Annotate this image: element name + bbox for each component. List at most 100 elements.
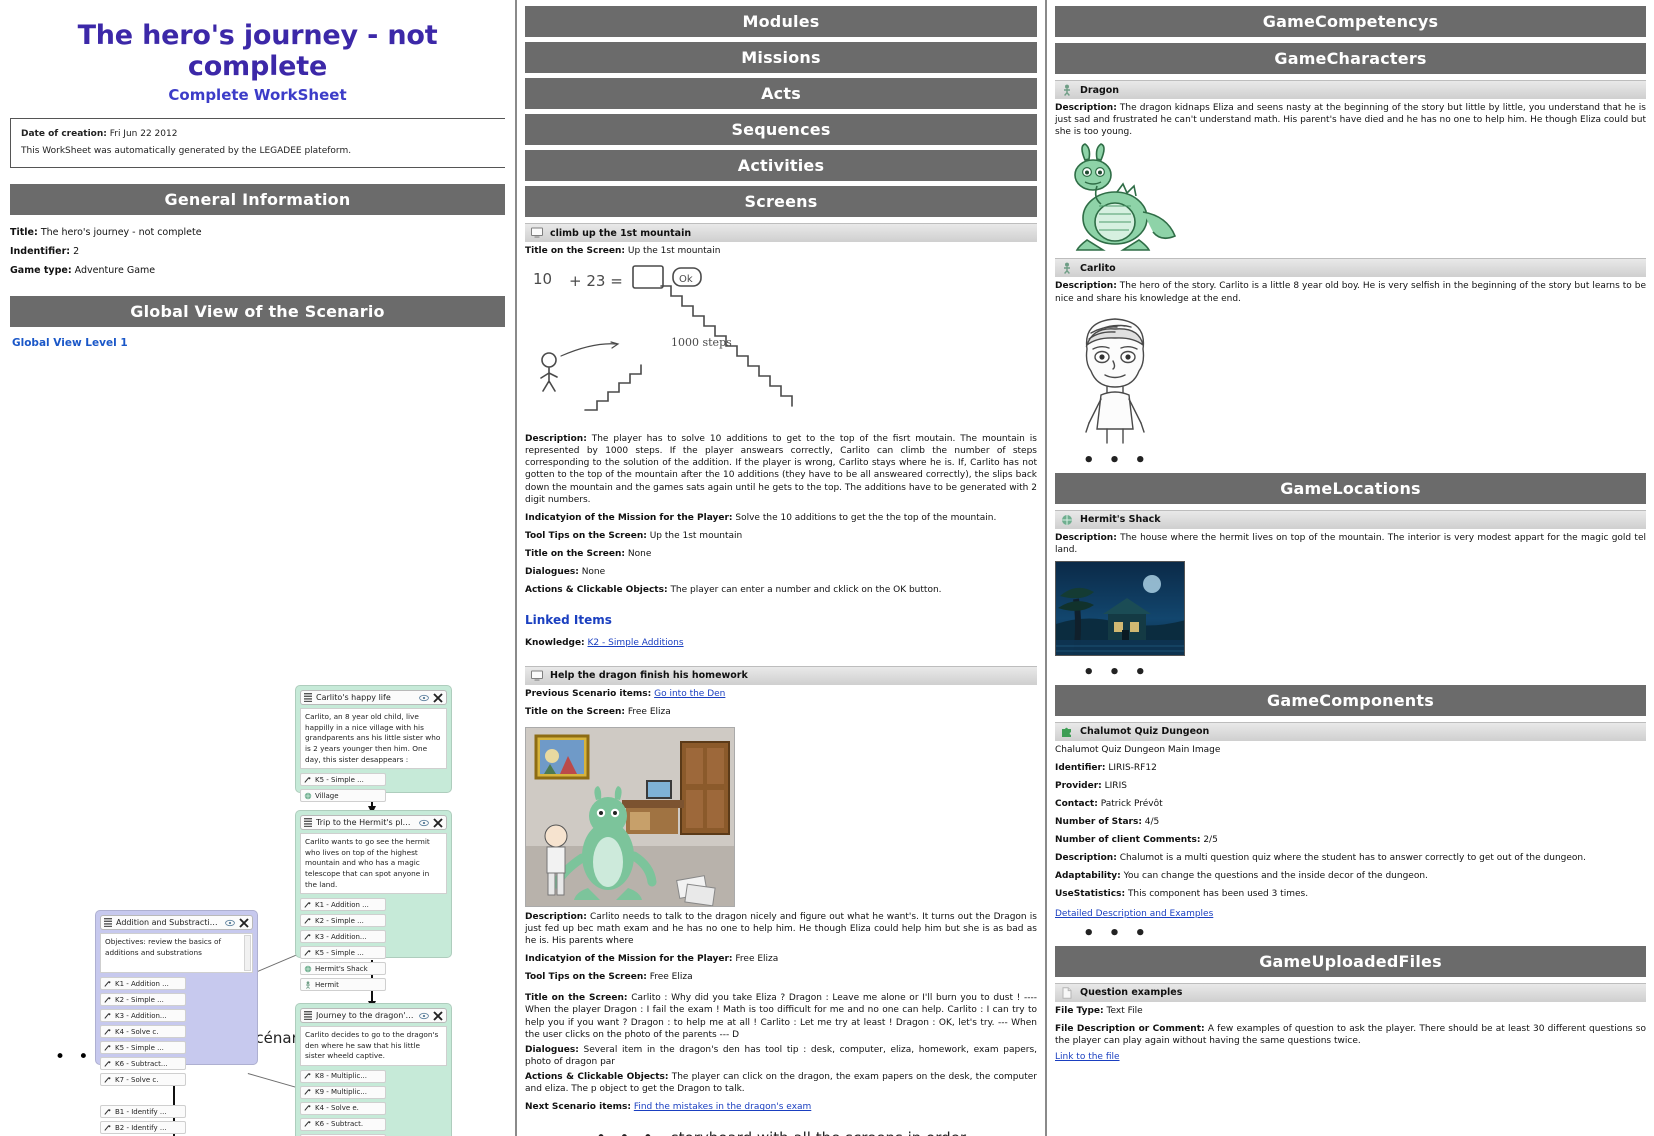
scenario-node[interactable]: Addition and Substractions Objectives: r… [95, 910, 258, 1135]
section-bar-acts[interactable]: Acts [525, 78, 1037, 109]
generated-note: This WorkSheet was automatically generat… [21, 146, 352, 157]
node-header[interactable]: Journey to the dragon's den [300, 1008, 447, 1024]
gi-label-gametype: Game type: [10, 265, 72, 277]
section-bar-gamecompetencys[interactable]: GameCompetencys [1055, 6, 1646, 37]
close-icon[interactable] [433, 693, 443, 703]
field-label: Adaptability: [1055, 870, 1121, 881]
screen-item-header[interactable]: climb up the 1st mountain [525, 223, 1037, 242]
scenario-node[interactable]: Trip to the Hermit's place Carlito wants… [295, 810, 452, 992]
node-chip[interactable]: K3 - Addition... [100, 1009, 186, 1023]
knowledge-icon [304, 949, 311, 956]
previous-scenario-link[interactable]: Go into the Den [654, 689, 725, 699]
knowledge-icon [304, 776, 311, 783]
page-title: The hero's journey - not complete [77, 20, 438, 82]
component-name: Chalumot Quiz Dungeon [1080, 726, 1210, 738]
character-item-header-carlito[interactable]: Carlito [1055, 258, 1646, 278]
node-chip[interactable]: K1 - Addition ... [300, 898, 386, 912]
screen-field-actions: Actions & Clickable Objects: The player … [525, 581, 1037, 599]
field-label: Contact: [1055, 798, 1098, 809]
scenario-node[interactable]: Carlito's happy life Carlito, an 8 year … [295, 685, 452, 803]
node-chip[interactable]: Hermit's Shack [300, 962, 386, 976]
node-chip[interactable]: K4 - Solve e. [300, 1101, 386, 1115]
node-chip[interactable]: B1 - Identify ... [100, 1105, 186, 1119]
node-chip[interactable]: Village [300, 789, 386, 803]
next-scenario-link[interactable]: Find the mistakes in the dragon's exam [634, 1102, 811, 1112]
node-chip[interactable]: K2 - Simple ... [300, 914, 386, 928]
node-description: Carlito, an 8 year old child, live happi… [300, 708, 447, 770]
section-bar-missions[interactable]: Missions [525, 42, 1037, 73]
screen2-field-title: Title on the Screen: Carlito : Why did y… [525, 992, 1037, 1041]
section-bar-screens[interactable]: Screens [525, 186, 1037, 217]
node-chip[interactable]: K4 - Solve c. [100, 1025, 186, 1039]
uploaded-file-item-header[interactable]: Question examples [1055, 982, 1646, 1002]
knowledge-icon [104, 1028, 111, 1035]
close-icon[interactable] [239, 918, 249, 928]
scenario-node[interactable]: Journey to the dragon's den Carlito deci… [295, 1003, 452, 1136]
section-bar-gamelocations[interactable]: GameLocations [1055, 472, 1646, 504]
general-information-heading: General Information [10, 184, 505, 216]
right-column: GameCompetencys GameCharacters Dragon De… [1045, 0, 1654, 1136]
section-bar-gamecomponents[interactable]: GameComponents [1055, 684, 1646, 716]
detailed-description-link[interactable]: Detailed Description and Examples [1055, 909, 1213, 919]
node-chip[interactable]: K6 - Subtract. [300, 1117, 386, 1131]
screen-item-name: Help the dragon finish his homework [550, 670, 748, 682]
previous-scenario-row: Previous Scenario items: Go into the Den [525, 685, 1037, 703]
field-label: Title on the Screen: [525, 993, 628, 1004]
node-chip[interactable]: K6 - Subtract... [100, 1057, 186, 1071]
knowledge-link[interactable]: K2 - Simple Additions [588, 638, 684, 648]
node-chip[interactable]: Hermit [300, 978, 386, 992]
field-value: None [581, 566, 606, 577]
node-chip[interactable]: K2 - Simple ... [100, 993, 186, 1007]
node-header[interactable]: Addition and Substractions [100, 915, 253, 931]
node-title: Carlito's happy life [316, 693, 391, 703]
node-chip[interactable]: K5 - Simple ... [300, 946, 386, 960]
section-bar-modules[interactable]: Modules [525, 6, 1037, 37]
component-field-stars: Number of Stars: 4/5 [1055, 813, 1646, 831]
section-bar-activities[interactable]: Activities [525, 150, 1037, 181]
node-chip[interactable]: K8 - Multiplic... [300, 1069, 386, 1083]
character-item-header-dragon[interactable]: Dragon [1055, 80, 1646, 99]
eye-icon[interactable] [419, 694, 429, 702]
eye-icon[interactable] [419, 819, 429, 827]
screen2-field-actions: Actions & Clickable Objects: The player … [525, 1071, 1037, 1095]
section-bar-sequences[interactable]: Sequences [525, 114, 1037, 145]
field-label: Dialogues: [525, 1044, 579, 1055]
component-field-adaptability: Adaptability: You can change the questio… [1055, 867, 1646, 885]
field-value: Text File [1106, 1005, 1143, 1016]
chip-label: K5 - Simple ... [315, 948, 364, 957]
node-chip[interactable]: K1 - Addition ... [100, 977, 186, 991]
screen-field-indication: Indicatyion of the Mission for the Playe… [525, 509, 1037, 527]
node-chip[interactable]: K9 - Multiplic... [300, 1085, 386, 1099]
file-link[interactable]: Link to the file [1055, 1052, 1120, 1062]
section-bar-gamecharacters[interactable]: GameCharacters [1055, 43, 1646, 74]
screen-icon [531, 670, 543, 681]
eye-icon[interactable] [225, 919, 235, 927]
component-field-contact: Contact: Patrick Prévôt [1055, 795, 1646, 813]
knowledge-icon [304, 1121, 311, 1128]
gi-value-identifier: 2 [73, 246, 80, 258]
character-name: Carlito [1080, 262, 1116, 274]
node-chip[interactable]: K3 - Addition... [300, 930, 386, 944]
eye-icon[interactable] [419, 1012, 429, 1020]
carlito-art-svg [1085, 318, 1145, 444]
knowledge-icon [304, 1105, 311, 1112]
field-value: This component has been used 3 times. [1127, 888, 1309, 899]
field-label: Description: [1055, 103, 1117, 113]
field-label: Title on the Screen: [525, 246, 625, 256]
close-icon[interactable] [433, 1011, 443, 1021]
creation-date-label: Date of creation: [21, 129, 107, 139]
linked-knowledge-row: Knowledge: K2 - Simple Additions [525, 634, 1037, 652]
node-chip[interactable]: K5 - Simple ... [100, 1041, 186, 1055]
scrollbar[interactable] [244, 935, 251, 972]
field-label: Description: [1055, 281, 1117, 292]
node-chip[interactable]: K7 - Solve c. [100, 1073, 186, 1087]
screen-item-header[interactable]: Help the dragon finish his homework [525, 665, 1037, 685]
component-item-header[interactable]: Chalumot Quiz Dungeon [1055, 721, 1646, 741]
node-header[interactable]: Carlito's happy life [300, 690, 447, 706]
node-header[interactable]: Trip to the Hermit's place [300, 815, 447, 831]
location-item-header[interactable]: Hermit's Shack [1055, 509, 1646, 529]
node-chip[interactable]: B2 - Identify ... [100, 1121, 186, 1135]
close-icon[interactable] [433, 818, 443, 828]
section-bar-gameuploadedfiles[interactable]: GameUploadedFiles [1055, 945, 1646, 977]
node-chip[interactable]: K5 - Simple ... [300, 773, 386, 787]
